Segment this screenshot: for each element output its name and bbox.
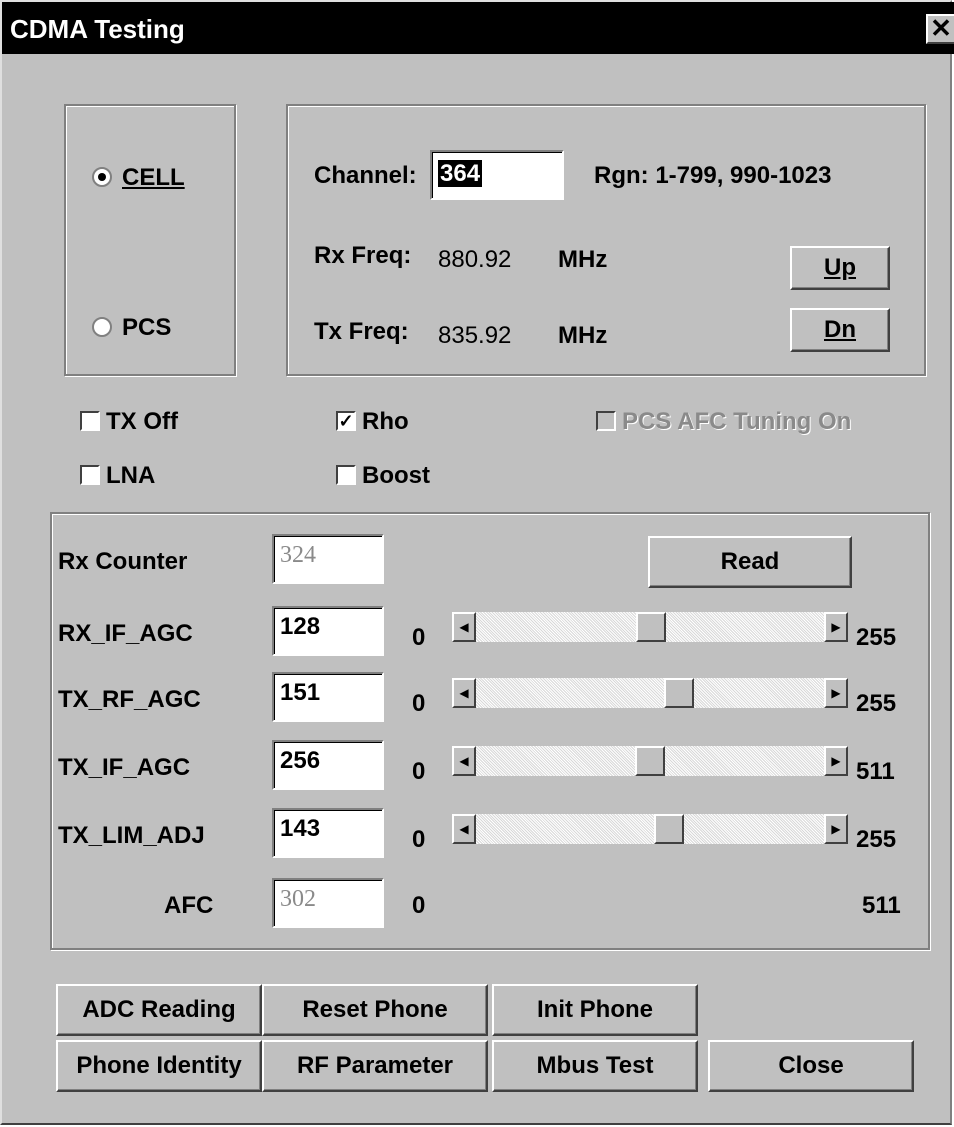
rx-counter-field: 324 (272, 534, 384, 584)
afc-label: AFC (164, 892, 214, 919)
agc-value-input[interactable]: 151 (272, 672, 384, 722)
tx-freq-unit: MHz (558, 322, 608, 349)
afc-min: 0 (412, 892, 426, 919)
agc-value-input[interactable]: 143 (272, 808, 384, 858)
agc-slider[interactable]: ◀ ▶ (452, 746, 848, 776)
agc-max-label: 255 (856, 624, 897, 651)
cell-radio-button[interactable] (92, 167, 112, 187)
rho-check[interactable]: ✓ (336, 411, 356, 431)
slider-thumb[interactable] (654, 814, 685, 844)
agc-max-label: 511 (856, 758, 895, 785)
slider-thumb[interactable] (664, 678, 695, 708)
cell-radio-label: CELL (122, 164, 185, 191)
agc-slider[interactable]: ◀ ▶ (452, 814, 848, 844)
afc-field: 302 (272, 878, 384, 928)
cdma-testing-dialog: CDMA Testing ✕ CELL PCS Channel: 364 Rgn… (0, 0, 954, 1125)
agc-value-input[interactable]: 128 (272, 606, 384, 656)
afc-max: 511 (862, 892, 901, 919)
agc-slider[interactable]: ◀ ▶ (452, 612, 848, 642)
slider-right-arrow-icon[interactable]: ▶ (824, 612, 848, 642)
slider-thumb[interactable] (635, 746, 666, 776)
agc-min-label: 0 (412, 826, 426, 853)
lna-label: LNA (106, 462, 156, 489)
pcs-afc-check[interactable] (596, 411, 616, 431)
slider-left-arrow-icon[interactable]: ◀ (452, 678, 476, 708)
tx-freq-value: 835.92 (438, 322, 512, 349)
slider-thumb[interactable] (635, 612, 666, 642)
pcs-radio-label: PCS (122, 314, 172, 341)
channel-up-button[interactable]: Up (790, 246, 890, 290)
close-button[interactable]: Close (708, 1040, 914, 1092)
tx-off-label: TX Off (106, 408, 178, 435)
slider-left-arrow-icon[interactable]: ◀ (452, 746, 476, 776)
rf-parameter-button[interactable]: RF Parameter (262, 1040, 488, 1092)
lna-check[interactable] (80, 465, 100, 485)
channel-down-button[interactable]: Dn (790, 308, 890, 352)
read-button[interactable]: Read (648, 536, 852, 588)
channel-range: Rgn: 1-799, 990-1023 (594, 162, 832, 189)
channel-input[interactable]: 364 (430, 150, 564, 200)
channel-value: 364 (438, 160, 483, 187)
rx-freq-unit: MHz (558, 246, 608, 273)
rx-freq-label: Rx Freq: (314, 242, 412, 269)
close-window-button[interactable]: ✕ (926, 14, 954, 44)
agc-slider[interactable]: ◀ ▶ (452, 678, 848, 708)
slider-right-arrow-icon[interactable]: ▶ (824, 746, 848, 776)
rx-freq-value: 880.92 (438, 246, 512, 273)
rho-label: Rho (362, 408, 409, 435)
init-phone-button[interactable]: Init Phone (492, 984, 698, 1036)
reset-phone-button[interactable]: Reset Phone (262, 984, 488, 1036)
slider-right-arrow-icon[interactable]: ▶ (824, 814, 848, 844)
pcs-radio-button[interactable] (92, 317, 112, 337)
slider-left-arrow-icon[interactable]: ◀ (452, 612, 476, 642)
title-bar: CDMA Testing ✕ (2, 2, 954, 54)
mbus-test-button[interactable]: Mbus Test (492, 1040, 698, 1092)
adc-reading-button[interactable]: ADC Reading (56, 984, 262, 1036)
agc-row-label: TX_RF_AGC (58, 686, 201, 713)
pcs-afc-label: PCS AFC Tuning On (622, 408, 852, 435)
boost-check[interactable] (336, 465, 356, 485)
agc-min-label: 0 (412, 624, 426, 651)
agc-max-label: 255 (856, 826, 897, 853)
agc-max-label: 255 (856, 690, 897, 717)
agc-min-label: 0 (412, 758, 426, 785)
tx-freq-label: Tx Freq: (314, 318, 409, 345)
agc-row-label: TX_IF_AGC (58, 754, 191, 781)
boost-label: Boost (362, 462, 430, 489)
agc-row-label: TX_LIM_ADJ (58, 822, 205, 849)
rx-counter-label: Rx Counter (58, 548, 188, 575)
agc-value-input[interactable]: 256 (272, 740, 384, 790)
channel-label: Channel: (314, 162, 417, 189)
agc-row-label: RX_IF_AGC (58, 620, 193, 647)
window-title: CDMA Testing (10, 14, 185, 44)
slider-left-arrow-icon[interactable]: ◀ (452, 814, 476, 844)
slider-right-arrow-icon[interactable]: ▶ (824, 678, 848, 708)
agc-min-label: 0 (412, 690, 426, 717)
phone-identity-button[interactable]: Phone Identity (56, 1040, 262, 1092)
tx-off-check[interactable] (80, 411, 100, 431)
